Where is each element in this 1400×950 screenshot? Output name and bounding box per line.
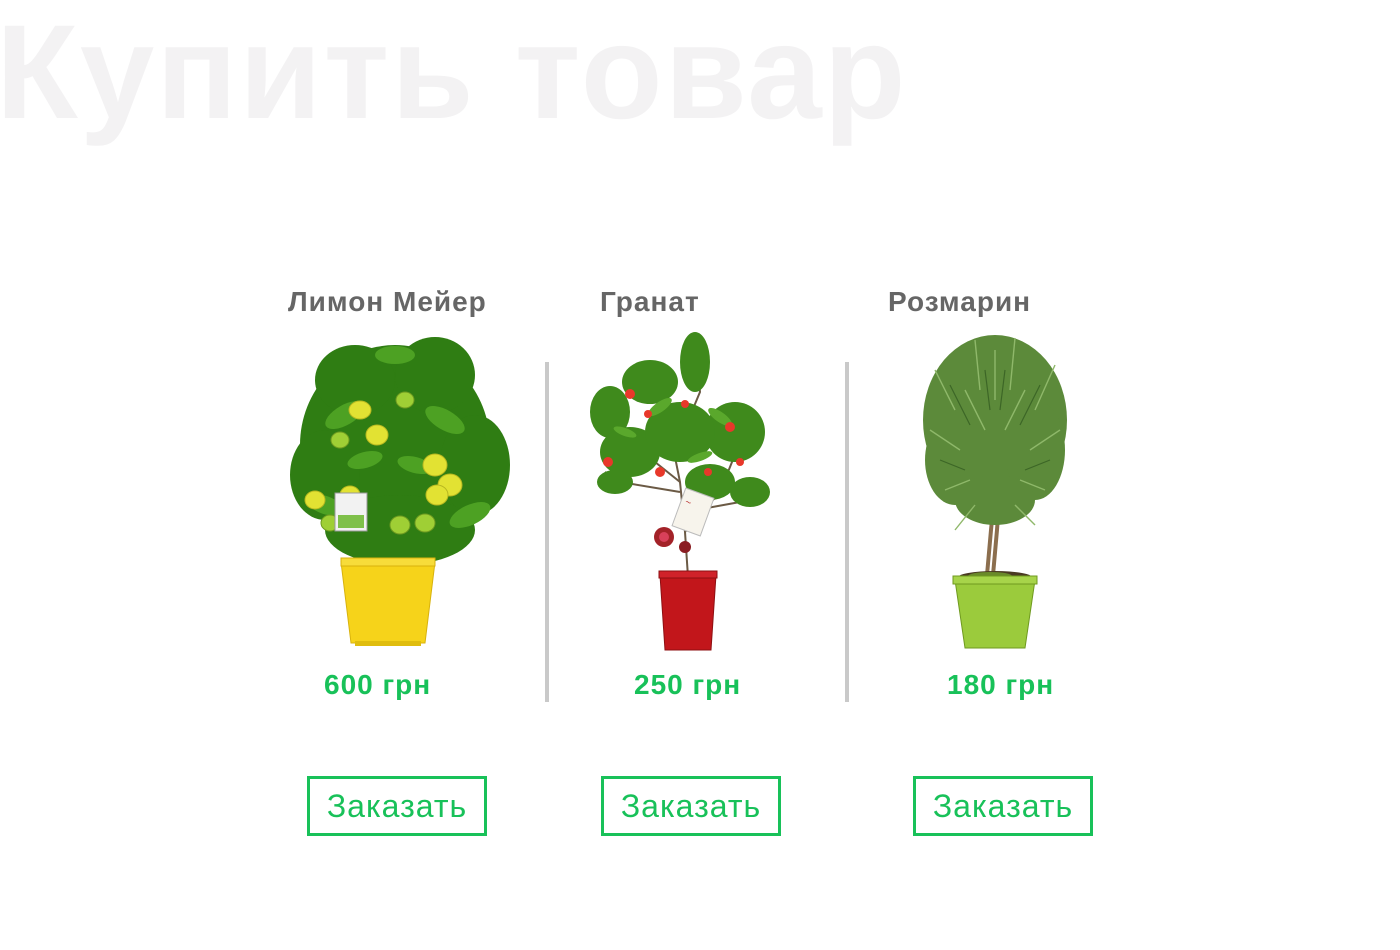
pot-shape — [954, 579, 1036, 649]
order-button[interactable]: Заказать — [307, 776, 487, 836]
page-title: Купить товар — [0, 0, 908, 147]
product-price: 600 грн — [324, 669, 432, 700]
product-divider — [845, 362, 849, 702]
product-price: 250 грн — [634, 669, 742, 700]
product-name: Лимон Мейер — [288, 286, 487, 317]
pot-shape — [659, 574, 717, 651]
pot-shape — [340, 561, 436, 644]
order-button[interactable]: Заказать — [913, 776, 1093, 836]
product-name: Гранат — [600, 286, 700, 317]
lemon-tree-image — [290, 337, 510, 646]
product-price: 180 грн — [947, 669, 1055, 700]
order-button[interactable]: Заказать — [601, 776, 781, 836]
pomegranate-tree-image: ~ — [590, 332, 770, 651]
product-divider — [545, 362, 549, 702]
rosemary-tree-image — [923, 335, 1067, 649]
product-name: Розмарин — [888, 286, 1032, 317]
